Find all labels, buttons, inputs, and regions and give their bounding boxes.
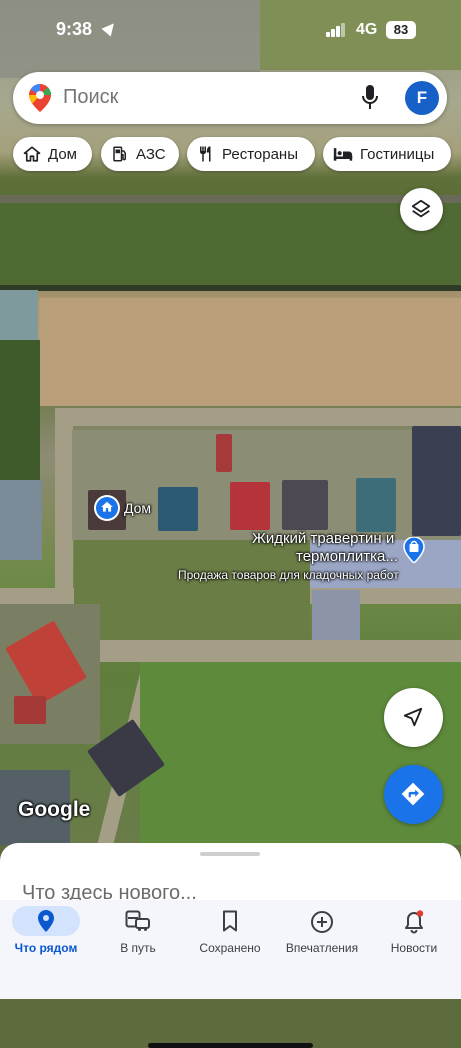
map-road [0, 195, 461, 203]
network-type: 4G [356, 21, 378, 38]
layers-button[interactable] [400, 188, 443, 231]
nav-commute[interactable]: В путь [92, 900, 184, 970]
map-green-field [0, 203, 461, 285]
home-marker-label: Дом [124, 500, 152, 516]
account-avatar[interactable]: F [405, 81, 439, 115]
restaurant-icon [200, 146, 211, 162]
nav-label: Сохранено [199, 941, 261, 955]
map-street [55, 408, 73, 588]
layers-icon [411, 199, 431, 218]
status-bar: 9:38 4G 83 [0, 0, 461, 62]
battery-indicator: 83 [386, 21, 416, 39]
nav-saved[interactable]: Сохранено [184, 900, 276, 970]
nav-explore[interactable]: Что рядом [0, 900, 92, 970]
my-location-button[interactable] [384, 688, 443, 747]
contribute-icon [311, 911, 333, 933]
nav-label: Новости [390, 941, 438, 955]
shopping-place-marker[interactable] [403, 536, 425, 565]
hotel-icon [333, 148, 353, 161]
google-logo: Google [18, 798, 91, 821]
bookmark-icon [223, 910, 237, 932]
chip-restaurants[interactable]: Рестораны [187, 137, 315, 171]
search-bar[interactable]: F [13, 72, 447, 124]
map-roof [0, 480, 42, 560]
chip-home[interactable]: Дом [13, 137, 92, 171]
map-roof [282, 480, 328, 530]
chip-gas-station[interactable]: АЗС [101, 137, 179, 171]
map-roof [216, 434, 232, 472]
explore-pin-icon [38, 910, 54, 932]
commute-icon [125, 910, 150, 931]
bell-icon [405, 910, 424, 934]
map-street [90, 640, 461, 662]
place-category: Продажа товаров для кладочных работ [178, 568, 399, 582]
gas-station-icon [113, 146, 126, 162]
chip-label: АЗС [136, 145, 166, 163]
map-street [55, 408, 461, 426]
map-roof [230, 482, 270, 530]
map-fence [0, 285, 461, 291]
map-roof [14, 696, 46, 724]
nav-label: Что рядом [14, 941, 78, 955]
map-field [74, 540, 310, 640]
chip-label: Гостиницы [360, 145, 435, 163]
nav-updates[interactable]: Новости [368, 900, 460, 970]
bottom-sheet[interactable]: Что здесь нового... Что рядом В путь Сох… [0, 843, 461, 1048]
directions-button[interactable] [384, 765, 443, 824]
microphone-icon[interactable] [362, 85, 378, 111]
chip-hotels[interactable]: Гостиницы [323, 137, 451, 171]
map-roof [312, 590, 360, 640]
sheet-drag-handle[interactable] [200, 852, 260, 856]
place-name-line2[interactable]: термоплитка... [296, 548, 398, 565]
home-indicator[interactable] [148, 1043, 313, 1048]
chip-label: Рестораны [222, 145, 298, 163]
directions-icon [401, 782, 425, 806]
location-arrow-icon [101, 19, 119, 37]
shopping-bag-pin-icon [403, 536, 425, 565]
nav-label: В путь [120, 941, 156, 955]
nav-contribute[interactable]: Впечатления [276, 900, 368, 970]
google-maps-pin-icon [29, 84, 51, 112]
map-roof [412, 426, 461, 536]
chip-label: Дом [48, 145, 77, 163]
bottom-navigation: Что рядом В путь Сохранено Впечатления Н… [0, 900, 461, 1048]
map-trees [0, 340, 40, 480]
navigation-arrow-icon [403, 707, 423, 727]
map-roof [356, 478, 396, 532]
map-sand-plot [40, 298, 461, 406]
home-marker[interactable] [94, 495, 120, 521]
map-roof [158, 487, 198, 531]
map-roof-teal [0, 290, 38, 340]
place-name-line1[interactable]: Жидкий травертин и [252, 530, 394, 547]
status-time: 9:38 [56, 19, 93, 39]
home-icon [23, 146, 41, 162]
search-input[interactable] [63, 86, 343, 109]
home-icon [101, 501, 113, 512]
signal-bars-icon [326, 23, 346, 37]
nav-label: Впечатления [285, 941, 359, 955]
